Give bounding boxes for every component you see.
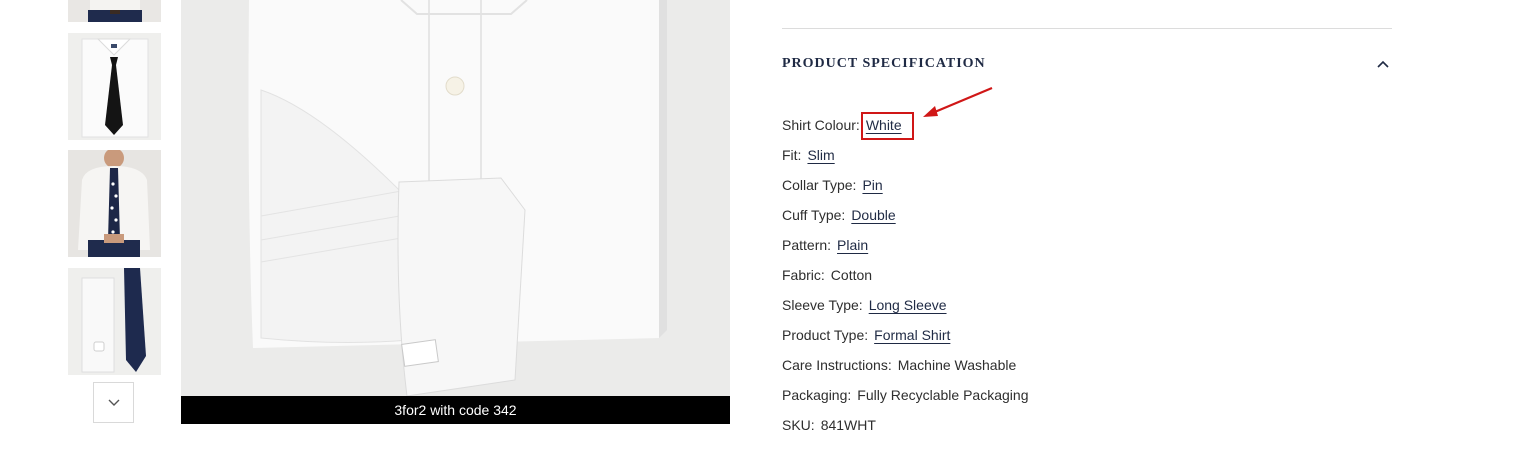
main-product-image[interactable]: 3for2 with code 342 (181, 0, 730, 424)
spec-row-packaging: Packaging: Fully Recyclable Packaging (782, 384, 1028, 414)
thumbnail-cuff-navy-tie[interactable] (68, 268, 161, 375)
product-specification-heading[interactable]: PRODUCT SPECIFICATION (782, 56, 986, 72)
spec-label: Cuff Type: (782, 207, 846, 223)
spec-label: Fabric: (782, 267, 825, 283)
spec-label: Sleeve Type: (782, 297, 863, 313)
promo-banner: 3for2 with code 342 (181, 396, 730, 424)
spec-value-link-formal-shirt[interactable]: Formal Shirt (874, 327, 950, 343)
thumbnail-model-bottom[interactable] (68, 0, 161, 22)
spec-row-cuff-type: Cuff Type: Double (782, 204, 1028, 234)
spec-label: Shirt Colour: (782, 117, 860, 133)
spec-value-text: Machine Washable (897, 357, 1017, 373)
thumbnail-model-navy-spot-tie[interactable] (68, 150, 161, 257)
annotation-arrow-icon (918, 84, 998, 125)
spec-value-text: Fully Recyclable Packaging (857, 387, 1029, 403)
collapse-specification-button[interactable] (1374, 57, 1392, 73)
spec-row-product-type: Product Type: Formal Shirt (782, 324, 1028, 354)
spec-label: Packaging: (782, 387, 852, 403)
spec-value-link-plain[interactable]: Plain (837, 237, 868, 253)
spec-row-sleeve-type: Sleeve Type: Long Sleeve (782, 294, 1028, 324)
section-divider (782, 28, 1392, 29)
spec-label: Collar Type: (782, 177, 857, 193)
spec-row-care-instructions: Care Instructions: Machine Washable (782, 354, 1028, 384)
spec-row-fit: Fit: Slim (782, 144, 1028, 174)
chevron-down-icon (107, 394, 121, 412)
spec-value-link-slim[interactable]: Slim (807, 147, 834, 163)
spec-value-text: 841WHT (820, 417, 876, 433)
spec-label: Product Type: (782, 327, 869, 343)
annotation-highlight-box (861, 112, 914, 140)
specification-list: Shirt Colour: White Fit: Slim Collar Type:… (782, 114, 1028, 444)
spec-label: Fit: (782, 147, 802, 163)
spec-value-link-pin[interactable]: Pin (862, 177, 882, 193)
spec-row-pattern: Pattern: Plain (782, 234, 1028, 264)
spec-row-sku: SKU: 841WHT (782, 414, 1028, 444)
spec-label: Care Instructions: (782, 357, 892, 373)
chevron-up-icon (1376, 56, 1390, 74)
folded-shirt-image (181, 0, 730, 424)
thumbnail-scroll-down-button[interactable] (93, 382, 134, 423)
spec-label: Pattern: (782, 237, 832, 253)
thumbnail-folded-shirt-black-tie[interactable] (68, 33, 161, 140)
spec-label: SKU: (782, 417, 815, 433)
spec-value-link-long-sleeve[interactable]: Long Sleeve (869, 297, 947, 313)
spec-value-text: Cotton (830, 267, 873, 283)
spec-row-collar-type: Collar Type: Pin (782, 174, 1028, 204)
spec-row-fabric: Fabric: Cotton (782, 264, 1028, 294)
spec-value-link-double[interactable]: Double (851, 207, 895, 223)
